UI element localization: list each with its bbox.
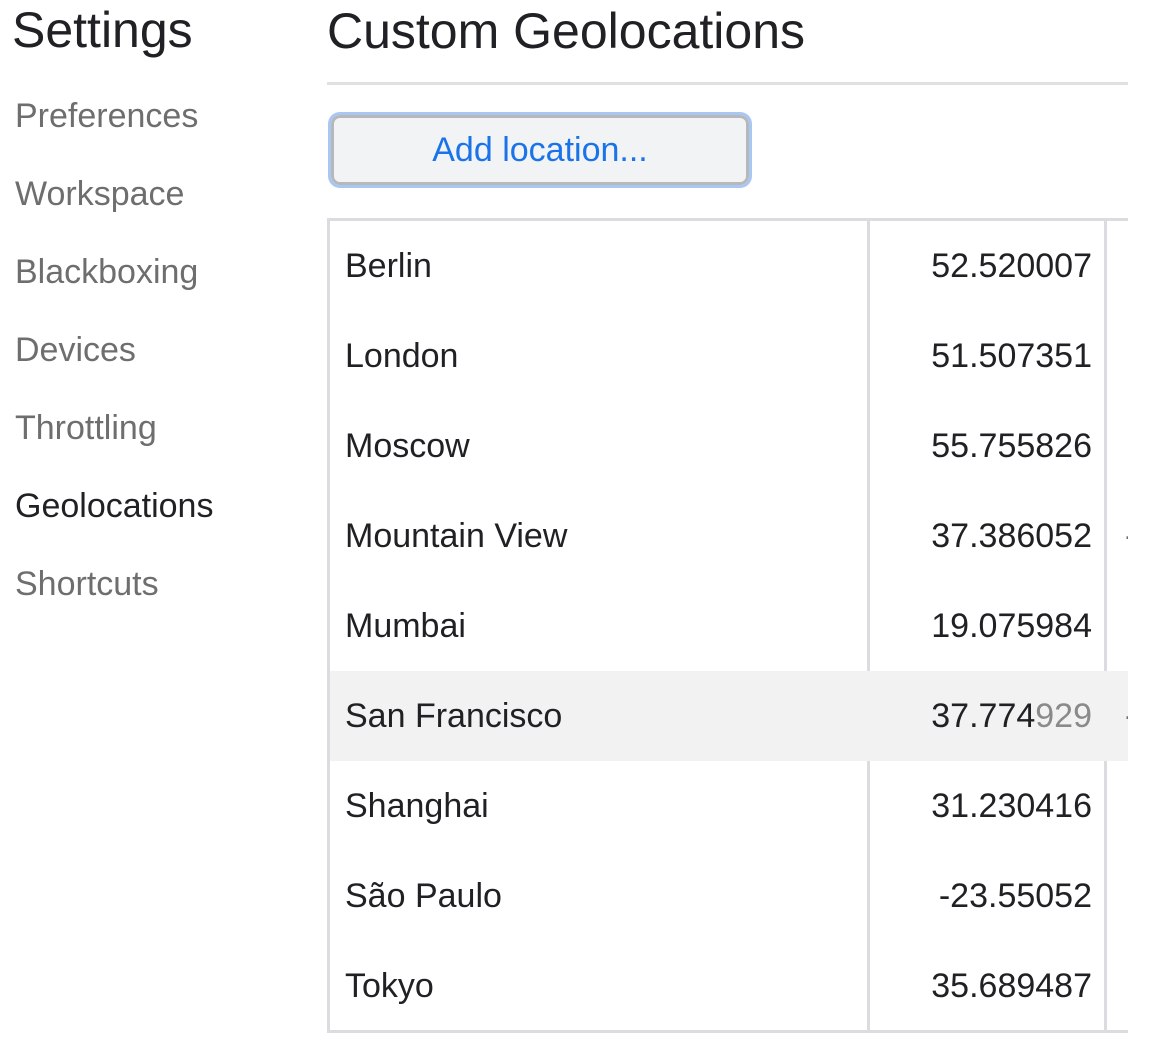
table-row[interactable]: Berlin 52.520007 (330, 221, 1128, 311)
location-name: Shanghai (345, 787, 489, 825)
locations-table: Berlin 52.520007 London 51.507351 Moscow… (327, 218, 1128, 1033)
location-latitude: 31.230416 (931, 787, 1092, 825)
location-name: Moscow (345, 427, 470, 465)
table-row[interactable]: Mountain View 37.386052 - (330, 491, 1128, 581)
table-row[interactable]: Tokyo 35.689487 (330, 941, 1128, 1031)
location-latitude: 52.520007 (931, 247, 1092, 285)
sidebar-item-shortcuts[interactable]: Shortcuts (15, 561, 213, 639)
settings-nav: Preferences Workspace Blackboxing Device… (15, 93, 213, 639)
location-name: Tokyo (345, 967, 434, 1005)
location-name: London (345, 337, 459, 375)
table-row-hovered[interactable]: San Francisco 37.774929 - (330, 671, 1128, 761)
table-row[interactable]: Moscow 55.755826 (330, 401, 1128, 491)
location-longitude: - (1125, 671, 1128, 761)
sidebar-item-throttling[interactable]: Throttling (15, 405, 213, 483)
location-name: Berlin (345, 247, 432, 285)
latitude-faded-digits: 929 (1035, 697, 1092, 735)
location-latitude: 51.507351 (931, 337, 1092, 375)
table-row[interactable]: Shanghai 31.230416 (330, 761, 1128, 851)
location-latitude: 19.075984 (931, 607, 1092, 645)
sidebar-item-workspace[interactable]: Workspace (15, 171, 213, 249)
location-name: San Francisco (345, 697, 563, 735)
sidebar-item-devices[interactable]: Devices (15, 327, 213, 405)
title-divider (327, 82, 1128, 85)
location-latitude: 55.755826 (931, 427, 1092, 465)
add-location-button[interactable]: Add location... (328, 112, 752, 188)
location-longitude: - (1125, 491, 1128, 581)
table-row[interactable]: Mumbai 19.075984 (330, 581, 1128, 671)
geolocations-panel: Custom Geolocations Add location... Berl… (327, 0, 1128, 1064)
settings-sidebar: Settings Preferences Workspace Blackboxi… (0, 0, 300, 1064)
table-row[interactable]: São Paulo -23.55052 (330, 851, 1128, 941)
location-latitude: 37.386052 (931, 517, 1092, 555)
settings-title: Settings (12, 2, 193, 58)
page-title: Custom Geolocations (327, 3, 806, 59)
location-latitude: 37.774929 (931, 697, 1092, 735)
sidebar-item-geolocations[interactable]: Geolocations (15, 483, 213, 561)
location-name: Mountain View (345, 517, 568, 555)
location-name: Mumbai (345, 607, 466, 645)
sidebar-item-preferences[interactable]: Preferences (15, 93, 213, 171)
location-latitude: 35.689487 (931, 967, 1092, 1005)
sidebar-item-blackboxing[interactable]: Blackboxing (15, 249, 213, 327)
location-name: São Paulo (345, 877, 502, 915)
location-latitude: -23.55052 (938, 877, 1092, 915)
table-row[interactable]: London 51.507351 (330, 311, 1128, 401)
